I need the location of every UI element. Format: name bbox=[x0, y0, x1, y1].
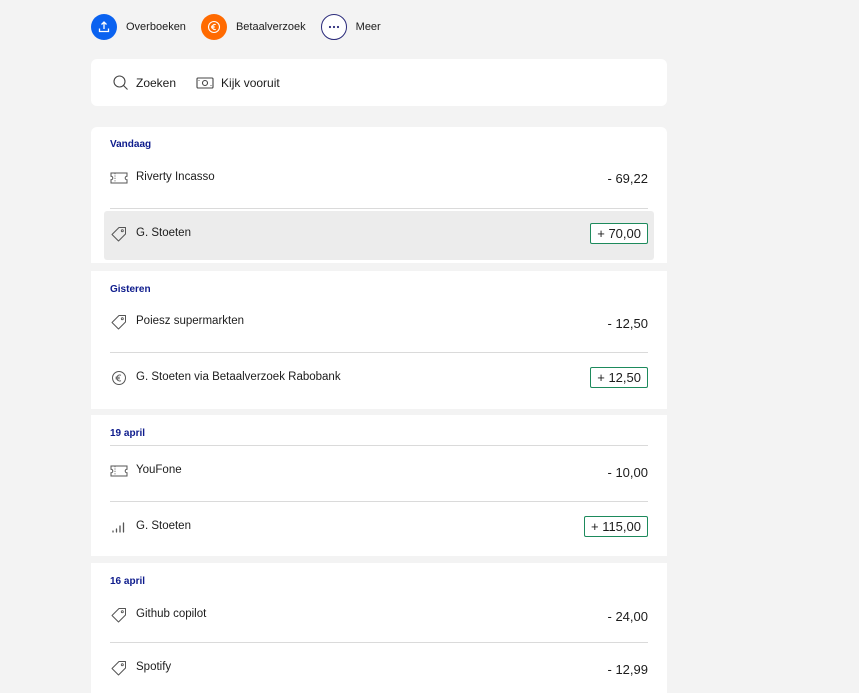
transfer-label: Overboeken bbox=[126, 21, 186, 33]
divider bbox=[110, 445, 648, 446]
transaction-row[interactable]: G. Stoeten + 115,00 bbox=[104, 503, 654, 552]
divider bbox=[110, 501, 648, 502]
more-button[interactable]: Meer bbox=[320, 14, 381, 40]
transaction-name: G. Stoeten bbox=[136, 227, 191, 239]
transaction-group-16-april: 16 april Github copilot - 24,00 Spotify … bbox=[91, 563, 667, 693]
date-header: 16 april bbox=[110, 576, 146, 587]
transaction-amount: - 24,00 bbox=[607, 609, 648, 624]
search-label: Zoeken bbox=[136, 75, 177, 90]
transaction-row[interactable]: YouFone - 10,00 bbox=[104, 447, 654, 496]
transaction-name: G. Stoeten via Betaalverzoek Rabobank bbox=[136, 371, 341, 383]
more-label: Meer bbox=[355, 21, 381, 33]
transaction-row[interactable]: Spotify - 12,99 bbox=[104, 644, 654, 693]
transaction-amount: - 12,50 bbox=[607, 316, 648, 331]
transaction-name: Github copilot bbox=[136, 608, 207, 620]
transaction-name: Poiesz supermarkten bbox=[136, 315, 245, 327]
signal-bars-icon bbox=[112, 522, 125, 533]
transaction-name: Spotify bbox=[136, 661, 172, 673]
divider bbox=[110, 352, 648, 353]
transaction-name: Riverty Incasso bbox=[136, 171, 215, 183]
upload-icon bbox=[91, 14, 117, 40]
search-button[interactable]: Zoeken bbox=[112, 74, 176, 91]
banknote-icon bbox=[196, 76, 214, 89]
transaction-name: YouFone bbox=[136, 464, 182, 476]
transaction-row[interactable]: G. Stoeten via Betaalverzoek Rabobank + … bbox=[104, 355, 654, 404]
payment-request-label: Betaalverzoek bbox=[235, 21, 306, 33]
ticket-icon bbox=[110, 465, 128, 477]
transaction-row[interactable]: Poiesz supermarkten - 12,50 bbox=[104, 299, 654, 348]
euro-icon bbox=[200, 14, 227, 40]
more-dots-icon bbox=[320, 14, 347, 40]
tag-icon bbox=[111, 661, 126, 676]
tag-icon bbox=[111, 227, 126, 242]
tag-icon bbox=[111, 315, 126, 330]
transaction-row-selected[interactable]: G. Stoeten + 70,00 bbox=[104, 211, 654, 260]
transaction-amount: - 69,22 bbox=[607, 171, 648, 186]
transaction-group-19-april: 19 april YouFone - 10,00 G. Stoeten + 11… bbox=[91, 415, 667, 556]
transaction-row[interactable]: Riverty Incasso - 69,22 bbox=[104, 156, 654, 205]
transaction-amount-positive: + 70,00 bbox=[590, 223, 648, 244]
transaction-group-today: Vandaag Riverty Incasso - 69,22 G. Stoet… bbox=[91, 127, 667, 263]
transaction-amount: - 12,99 bbox=[607, 662, 648, 677]
transaction-row[interactable]: Github copilot - 24,00 bbox=[104, 591, 654, 640]
transaction-amount-positive: + 12,50 bbox=[590, 367, 648, 388]
quick-actions: Overboeken Betaalverzoek Meer bbox=[91, 13, 396, 41]
date-header: 19 april bbox=[110, 428, 146, 439]
transfer-button[interactable]: Overboeken bbox=[91, 14, 186, 40]
transaction-group-yesterday: Gisteren Poiesz supermarkten - 12,50 G. … bbox=[91, 271, 667, 409]
search-icon bbox=[113, 75, 128, 90]
transaction-name: G. Stoeten bbox=[136, 520, 191, 532]
look-ahead-label: Kijk vooruit bbox=[221, 75, 280, 90]
transaction-toolbar: Zoeken Kijk vooruit bbox=[91, 59, 667, 106]
tag-icon bbox=[111, 608, 126, 623]
date-header: Gisteren bbox=[110, 284, 151, 295]
look-ahead-button[interactable]: Kijk vooruit bbox=[196, 76, 280, 90]
payment-request-button[interactable]: Betaalverzoek bbox=[200, 14, 306, 40]
transaction-amount-positive: + 115,00 bbox=[583, 516, 648, 537]
divider bbox=[110, 208, 648, 209]
transaction-amount: - 10,00 bbox=[607, 465, 648, 480]
date-header: Vandaag bbox=[110, 139, 152, 150]
ticket-icon bbox=[110, 172, 128, 184]
euro-icon bbox=[112, 371, 126, 385]
divider bbox=[110, 642, 648, 643]
